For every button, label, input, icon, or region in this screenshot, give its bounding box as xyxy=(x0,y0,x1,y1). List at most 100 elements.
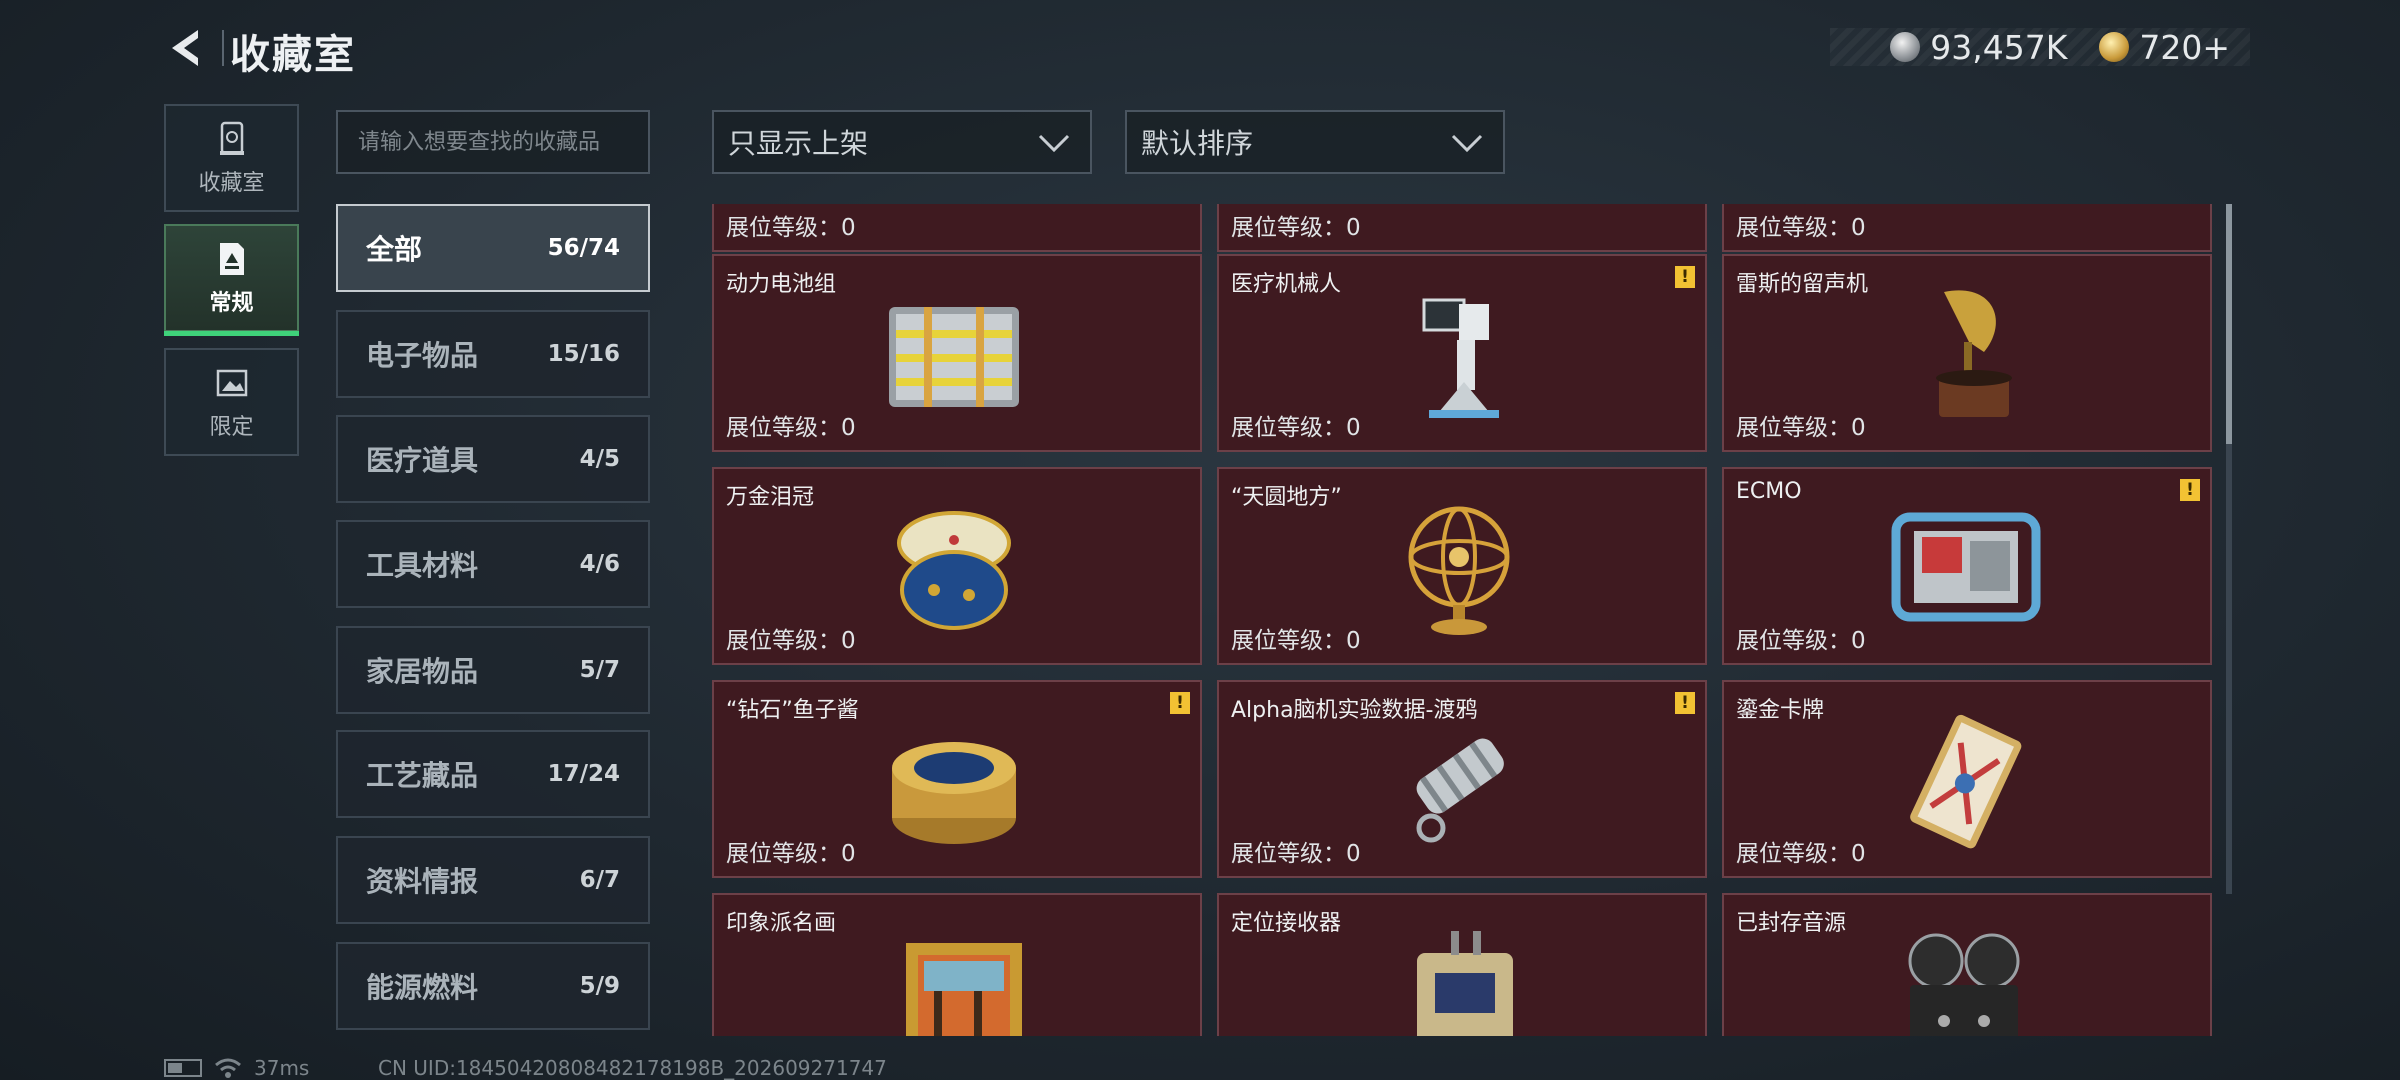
collection-card[interactable]: 展位等级：0 xyxy=(1217,204,1707,252)
collection-card[interactable]: 展位等级：0 xyxy=(712,204,1202,252)
category-name: 工具材料 xyxy=(366,549,479,582)
armillary-sphere-icon xyxy=(1408,506,1510,635)
category-household[interactable]: 家居物品 5/7 xyxy=(336,626,650,714)
receiver-icon xyxy=(1417,931,1513,1036)
nav-tab-label: 限定 xyxy=(209,415,254,440)
category-tools[interactable]: 工具材料 4/6 xyxy=(336,520,650,608)
category-name: 电子物品 xyxy=(366,339,479,372)
item-name: 动力电池组 xyxy=(726,272,837,297)
category-name: 医疗道具 xyxy=(366,444,479,477)
gold-amount: 720+ xyxy=(2139,27,2230,67)
item-name: 医疗机械人 xyxy=(1231,272,1342,297)
battery-pack-icon xyxy=(889,307,1019,407)
display-case-icon xyxy=(219,121,244,155)
category-count: 4/6 xyxy=(579,551,620,577)
search-box[interactable] xyxy=(336,110,650,174)
category-count: 15/16 xyxy=(547,341,620,367)
category-name: 工艺藏品 xyxy=(366,759,479,792)
ecmo-machine-icon xyxy=(1891,512,2041,622)
nav-tab-label: 常规 xyxy=(209,291,254,316)
collection-card[interactable]: 万金泪冠 展位等级：0 xyxy=(712,467,1202,665)
category-electronics[interactable]: 电子物品 15/16 xyxy=(336,310,650,398)
display-level: 展位等级：0 xyxy=(1231,628,1361,654)
category-count: 56/74 xyxy=(547,235,620,261)
item-name: 万金泪冠 xyxy=(726,485,815,510)
display-level: 展位等级：0 xyxy=(1231,841,1361,867)
search-input[interactable] xyxy=(358,129,628,155)
nav-tab-limited[interactable]: 限定 xyxy=(164,348,299,456)
silver-coin-icon xyxy=(1890,32,1921,62)
display-level: 展位等级：0 xyxy=(1736,628,1866,654)
collection-card[interactable]: 展位等级：0 xyxy=(1722,204,2212,252)
category-count: 5/7 xyxy=(579,657,620,683)
chevron-down-icon xyxy=(1451,134,1483,153)
display-level: 展位等级：0 xyxy=(1736,841,1866,867)
display-level: 展位等级：0 xyxy=(1231,415,1361,441)
warning-badge-icon: ! xyxy=(1675,266,1695,288)
caviar-tin-icon xyxy=(892,742,1016,844)
collection-card[interactable]: 定位接收器 xyxy=(1217,893,1707,1036)
battery-icon xyxy=(164,1059,202,1077)
painting-icon xyxy=(906,943,1022,1036)
picture-icon xyxy=(216,369,247,397)
category-energy[interactable]: 能源燃料 5/9 xyxy=(336,942,650,1030)
display-level: 展位等级：0 xyxy=(726,215,856,241)
dropdown-value: 只显示上架 xyxy=(728,127,869,160)
category-name: 家居物品 xyxy=(366,655,479,688)
warning-badge-icon: ! xyxy=(1170,692,1190,714)
sort-dropdown[interactable]: 默认排序 xyxy=(1125,110,1505,174)
item-name: 定位接收器 xyxy=(1231,911,1342,936)
back-arrow-icon xyxy=(172,30,198,66)
gramophone-icon xyxy=(1936,290,2012,417)
collection-grid[interactable]: 展位等级：0 展位等级：0 展位等级：0 动力电池组 展位等级：0 医疗机械人 … xyxy=(712,204,2212,1036)
warning-badge-icon: ! xyxy=(2180,479,2200,501)
display-level: 展位等级：0 xyxy=(726,841,856,867)
item-name: 印象派名画 xyxy=(726,911,837,936)
collection-card[interactable]: 鎏金卡牌 展位等级：0 xyxy=(1722,680,2212,878)
gilded-card-icon xyxy=(1910,714,2022,849)
display-level: 展位等级：0 xyxy=(726,415,856,441)
back-button[interactable] xyxy=(162,24,208,72)
category-medical[interactable]: 医疗道具 4/5 xyxy=(336,415,650,503)
collection-card[interactable]: 雷斯的留声机 展位等级：0 xyxy=(1722,254,2212,452)
nav-tab-regular[interactable]: 常规 xyxy=(164,224,299,336)
page-title: 收藏室 xyxy=(230,32,356,78)
collection-card[interactable]: Alpha脑机实验数据-渡鸦 ! 展位等级：0 xyxy=(1217,680,1707,878)
grid-scroll-thumb[interactable] xyxy=(2226,204,2232,444)
category-count: 5/9 xyxy=(579,973,620,999)
collection-card[interactable]: 已封存音源 xyxy=(1722,893,2212,1036)
nav-tab-collection-room[interactable]: 收藏室 xyxy=(164,104,299,212)
collection-card[interactable]: “钻石”鱼子酱 ! 展位等级：0 xyxy=(712,680,1202,878)
category-name: 资料情报 xyxy=(366,865,479,898)
display-filter-dropdown[interactable]: 只显示上架 xyxy=(712,110,1092,174)
display-level: 展位等级：0 xyxy=(1736,415,1866,441)
jeweled-egg-icon xyxy=(897,511,1011,630)
item-name: 雷斯的留声机 xyxy=(1736,272,1869,297)
collection-card[interactable]: ECMO ! 展位等级：0 xyxy=(1722,467,2212,665)
category-all[interactable]: 全部 56/74 xyxy=(336,204,650,292)
ping-value: 37ms xyxy=(254,1056,310,1080)
medical-robot-icon xyxy=(1422,298,1499,418)
item-name: ECMO xyxy=(1736,479,1802,504)
data-cylinder-icon xyxy=(1416,738,1504,843)
title-divider xyxy=(222,30,224,66)
collection-card[interactable]: 医疗机械人 ! 展位等级：0 xyxy=(1217,254,1707,452)
category-count: 4/5 xyxy=(579,446,620,472)
collection-card[interactable]: 动力电池组 展位等级：0 xyxy=(712,254,1202,452)
reel-recorder-icon xyxy=(1908,933,2020,1036)
status-bar: 37ms xyxy=(164,1056,309,1080)
category-count: 17/24 xyxy=(547,761,620,787)
chevron-down-icon xyxy=(1038,134,1070,153)
document-icon xyxy=(219,243,244,275)
collection-card[interactable]: “天圆地方” 展位等级：0 xyxy=(1217,467,1707,665)
display-level: 展位等级：0 xyxy=(1736,215,1866,241)
collection-card[interactable]: 印象派名画 xyxy=(712,893,1202,1036)
wifi-icon xyxy=(215,1058,241,1078)
category-intel[interactable]: 资料情报 6/7 xyxy=(336,836,650,924)
category-crafts[interactable]: 工艺藏品 17/24 xyxy=(336,730,650,818)
item-name: 鎏金卡牌 xyxy=(1736,698,1825,723)
category-name: 能源燃料 xyxy=(366,971,479,1004)
category-count: 6/7 xyxy=(579,867,620,893)
warning-badge-icon: ! xyxy=(1675,692,1695,714)
user-uid: CN UID:18450420808482178198B_20260927174… xyxy=(378,1056,887,1080)
